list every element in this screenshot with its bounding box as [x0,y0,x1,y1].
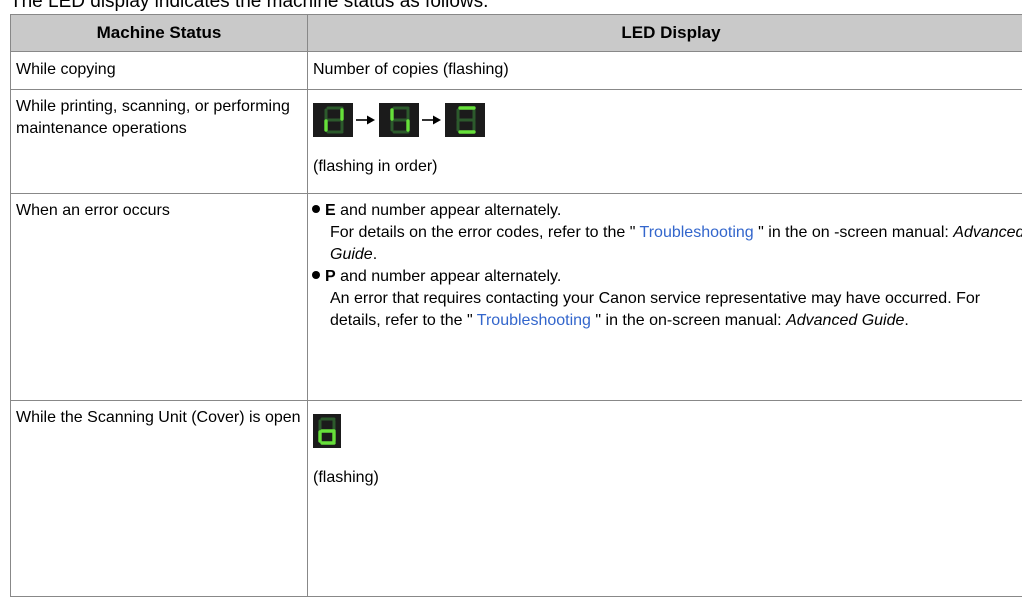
bullet-e-text: and number appear alternately. [335,202,562,219]
led-segment-o-icon [313,414,341,448]
status-cell: While printing, scanning, or performing … [10,89,308,194]
bullet-icon [312,205,320,213]
led-segment-pattern-1-icon [313,103,353,137]
flashing-caption: (flashing) [313,469,379,486]
error-p-note: An error that requires contacting your C… [330,288,1022,332]
bullet-icon [312,271,320,279]
table-row: While printing, scanning, or performing … [10,89,1022,194]
table-header-row: Machine Status LED Display [10,14,1022,52]
bullet-e: E and number appear alternately. [312,200,1022,222]
right-arrow-icon [356,115,375,125]
display-cell: (flashing) [307,400,1022,597]
note-text: For details on the error codes, refer to… [330,224,640,241]
troubleshooting-link[interactable]: Troubleshooting [640,224,754,241]
troubleshooting-link[interactable]: Troubleshooting [477,312,591,329]
led-sequence [313,411,1022,451]
advanced-guide-title: Advanced Guide [786,312,905,329]
error-letter-p: P [325,268,336,285]
led-sequence [313,100,1022,140]
right-arrow-icon [422,115,441,125]
note-end: . [904,312,909,329]
note-text: " in the on -screen manual: [753,224,954,241]
table-row: While the Scanning Unit (Cover) is open … [10,400,1022,597]
status-cell: While the Scanning Unit (Cover) is open [10,400,308,597]
led-segment-pattern-2-icon [379,103,419,137]
display-cell: (flashing in order) [307,89,1022,194]
status-cell: When an error occurs [10,193,308,401]
flashing-caption: (flashing in order) [313,158,438,175]
note-end: . [372,246,378,263]
error-e-note: For details on the error codes, refer to… [330,222,1022,266]
display-cell: Number of copies (flashing) [307,51,1022,90]
note-text: " in the on-screen manual: [590,312,787,329]
led-display-header: LED Display [307,14,1022,52]
status-cell: While copying [10,51,308,90]
display-cell: E and number appear alternately. For det… [307,193,1022,401]
table-row: While copying Number of copies (flashing… [10,51,1022,90]
intro-text: The LED display indicates the machine st… [10,0,489,12]
bullet-p: P and number appear alternately. [312,266,1022,288]
led-status-table: Machine Status LED Display While copying… [10,14,1022,597]
machine-status-header: Machine Status [10,14,308,52]
bullet-p-text: and number appear alternately. [335,268,562,285]
error-letter-e: E [325,202,336,219]
led-segment-pattern-3-icon [445,103,485,137]
table-row: When an error occurs E and number appear… [10,193,1022,401]
